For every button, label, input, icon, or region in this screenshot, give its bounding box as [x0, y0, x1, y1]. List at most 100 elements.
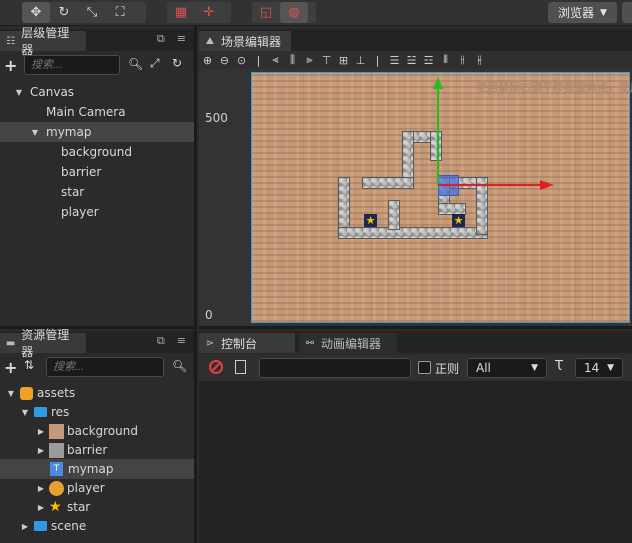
browser-preview-button[interactable]: 浏览器 ▼ [548, 2, 617, 23]
scene-panel: ⛰ 场景编辑器 ⊕ ⊖ ⊙ | ⫷ ⫼ ⫸ ⊤ ⊞ ⊥ | ☰ ☱ ☲ ⫴ ⫲ … [199, 29, 632, 326]
star-icon[interactable]: ★ [364, 214, 377, 227]
tree-item-canvas[interactable]: ▼ Canvas [0, 82, 194, 102]
left-splitter[interactable] [194, 26, 197, 543]
tree-item-mymap[interactable]: ▼ mymap [0, 122, 194, 142]
pivot-local-icon[interactable]: ▦ [167, 2, 195, 23]
tab-animation[interactable]: ⚯ 动画编辑器 [299, 333, 397, 353]
tree-item-label: barrier [61, 165, 102, 179]
tree-item-star[interactable]: star [0, 182, 194, 202]
expand-arrow-icon[interactable]: ▶ [36, 446, 46, 455]
tab-assets[interactable]: ▬ 资源管理器 [0, 328, 86, 359]
tree-item-label: Canvas [30, 85, 75, 99]
asset-item-res[interactable]: ▼ res [0, 402, 194, 422]
expand-arrow-icon[interactable]: ▼ [14, 88, 24, 97]
expand-all-icon[interactable]: ⤢ [150, 56, 160, 71]
asset-item-barrier[interactable]: ▶ barrier [0, 440, 194, 460]
log-level-select[interactable]: All ▼ [467, 358, 547, 378]
distribute-left-icon[interactable]: ⫴ [437, 52, 454, 68]
tree-item-barrier[interactable]: barrier [0, 162, 194, 182]
rect-tool-icon[interactable]: ⛶ [106, 2, 134, 23]
expand-arrow-icon[interactable]: ▶ [36, 427, 46, 436]
search-icon[interactable]: 🔍︎ [128, 57, 143, 71]
tree-item-main-camera[interactable]: Main Camera [0, 102, 194, 122]
rotate-tool-icon[interactable]: ↻ [50, 2, 78, 23]
distribute-right-icon[interactable]: ⫳ [471, 52, 488, 68]
folder-icon [34, 407, 47, 417]
star-icon[interactable]: ★ [452, 214, 465, 227]
maximize-icon[interactable]: ⧉ [157, 32, 165, 46]
asset-item-star[interactable]: ▶ ★ star [0, 497, 194, 517]
background-sprite[interactable]: 使用鼠标右键平移视窗焦点，使用滚轮缩放 ★ ★ [251, 72, 632, 323]
animation-icon: ⚯ [305, 337, 315, 349]
search-icon[interactable]: 🔍︎ [172, 359, 187, 373]
regex-checkbox[interactable] [418, 361, 431, 374]
zoom-reset-icon[interactable]: ⊙ [233, 52, 250, 68]
refresh-icon[interactable]: ↻ [172, 56, 182, 70]
preview-globe-icon[interactable]: ◍ [280, 2, 308, 23]
tree-item-background[interactable]: background [0, 142, 194, 162]
preview-rect-icon[interactable]: ◱ [252, 2, 280, 23]
sort-icon[interactable]: ⇅ [24, 358, 34, 372]
scene-toolbar: ⊕ ⊖ ⊙ | ⫷ ⫼ ⫸ ⊤ ⊞ ⊥ | ☰ ☱ ☲ ⫴ ⫲ ⫳ [199, 51, 632, 69]
add-asset-icon[interactable]: + [4, 358, 17, 377]
hierarchy-search-input[interactable] [24, 55, 120, 75]
zoom-out-icon[interactable]: ⊖ [216, 52, 233, 68]
asset-item-background[interactable]: ▶ background [0, 421, 194, 441]
console-log-area[interactable] [199, 381, 632, 543]
distribute-vcenter-icon[interactable]: ☱ [403, 52, 420, 68]
tab-hierarchy[interactable]: ☷ 层级管理器 [0, 26, 86, 57]
menu-icon[interactable]: ≡ [177, 334, 186, 348]
asset-item-player[interactable]: ▶ player [0, 478, 194, 498]
asset-item-scene[interactable]: ▶ scene [0, 516, 194, 536]
tree-item-player[interactable]: player [0, 202, 194, 222]
expand-arrow-icon[interactable]: ▶ [36, 503, 46, 512]
caret-down-icon: ▼ [607, 363, 614, 373]
tab-console[interactable]: ⋗ 控制台 [199, 333, 295, 353]
expand-arrow-icon[interactable]: ▼ [20, 408, 30, 417]
tab-scene[interactable]: ⛰ 场景编辑器 [199, 31, 291, 51]
align-vcenter-icon[interactable]: ⊞ [335, 52, 352, 68]
asset-item-assets[interactable]: ▼ assets [0, 383, 194, 403]
maximize-icon[interactable]: ⧉ [157, 334, 165, 348]
caret-down-icon: ▼ [600, 7, 607, 18]
right-horizontal-splitter[interactable] [199, 326, 632, 329]
texture-thumbnail-icon [49, 423, 64, 439]
console-toolbar: 正则 All ▼ Ꚍ 14 ▼ [199, 355, 632, 381]
expand-arrow-icon[interactable]: ▼ [30, 128, 40, 137]
distribute-hcenter-icon[interactable]: ⫲ [454, 52, 471, 68]
assets-search-input[interactable] [46, 357, 164, 377]
pivot-global-icon[interactable]: ✛ [195, 2, 223, 23]
barrier-tile [338, 227, 488, 239]
add-node-icon[interactable]: + [4, 56, 17, 75]
asset-item-mymap[interactable]: T mymap [0, 459, 194, 479]
align-right-icon[interactable]: ⫸ [301, 52, 318, 68]
separator-icon: | [375, 53, 380, 67]
play-button[interactable] [622, 2, 632, 23]
viewport-hint: 使用鼠标右键平移视窗焦点，使用滚轮缩放 [476, 81, 632, 94]
distribute-bottom-icon[interactable]: ☲ [420, 52, 437, 68]
align-left-icon[interactable]: ⫷ [267, 52, 284, 68]
hierarchy-panel: ☷ 层级管理器 ⧉ ≡ + 🔍︎ ⤢ ↻ ▼ Canvas Main Camer… [0, 26, 194, 326]
assets-controls: ⧉ ≡ [157, 334, 186, 348]
assets-search-row: + ⇅ 🔍︎ [0, 354, 194, 380]
log-file-icon[interactable] [235, 360, 246, 374]
clear-icon[interactable] [209, 360, 223, 374]
zoom-in-icon[interactable]: ⊕ [199, 52, 216, 68]
player-selection-box[interactable] [438, 175, 459, 196]
console-filter-input[interactable] [259, 358, 411, 378]
expand-arrow-icon[interactable]: ▶ [36, 484, 46, 493]
align-hcenter-icon[interactable]: ⫼ [284, 52, 301, 68]
align-bottom-icon[interactable]: ⊥ [352, 52, 369, 68]
font-size-select[interactable]: 14 ▼ [575, 358, 623, 378]
align-top-icon[interactable]: ⊤ [318, 52, 335, 68]
scene-viewport[interactable]: 500 0 使用鼠标右键平移视窗焦点，使用滚轮缩放 ★ ★ [199, 69, 632, 326]
y-axis-label-bottom: 0 [205, 308, 213, 322]
expand-arrow-icon[interactable]: ▶ [20, 522, 30, 531]
move-tool-icon[interactable]: ✥ [22, 2, 50, 23]
distribute-top-icon[interactable]: ☰ [386, 52, 403, 68]
scale-tool-icon[interactable]: ⤡ [78, 2, 106, 23]
expand-arrow-icon[interactable]: ▼ [6, 389, 16, 398]
regex-label: 正则 [435, 362, 460, 376]
asset-label: barrier [67, 443, 108, 457]
menu-icon[interactable]: ≡ [177, 32, 186, 46]
